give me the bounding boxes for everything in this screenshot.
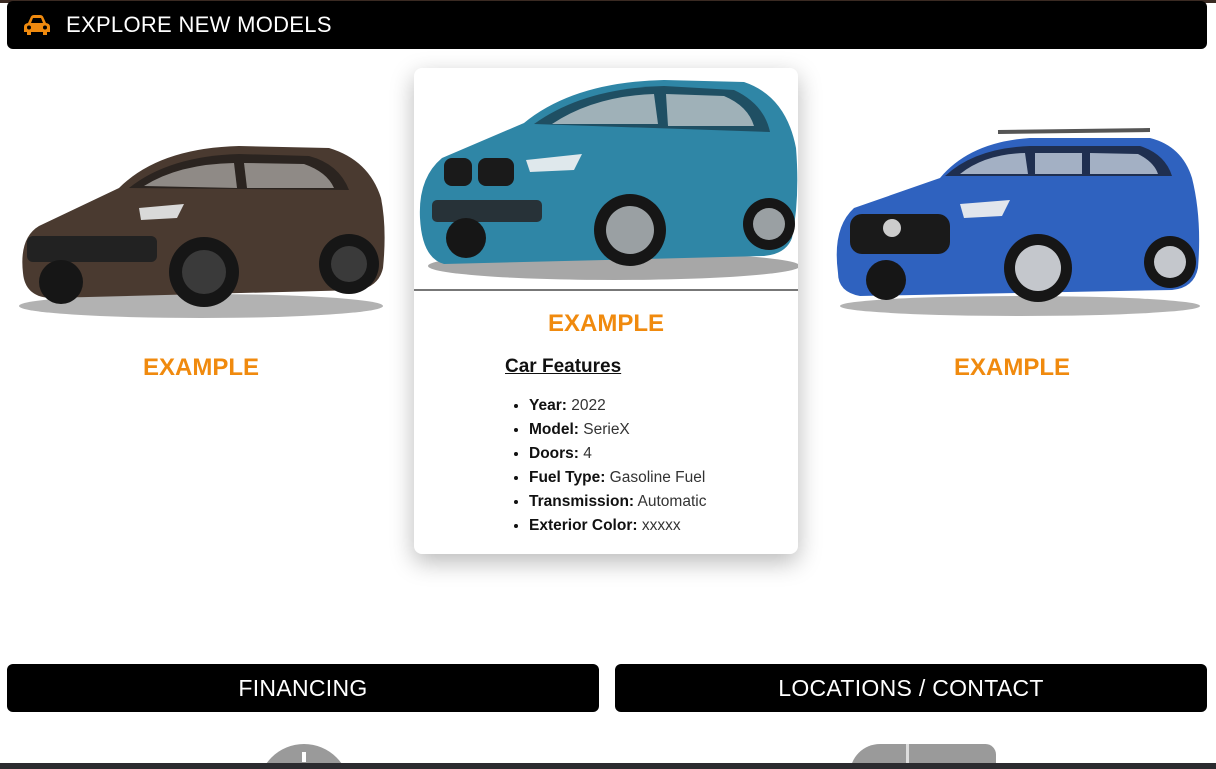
feature-model: Model: SerieX: [529, 420, 706, 444]
model-name: EXAMPLE: [547, 310, 664, 337]
car-icon: [23, 13, 51, 37]
page-title: EXPLORE NEW MODELS: [66, 12, 332, 37]
model-card-left[interactable]: EXAMPLE: [9, 68, 393, 388]
feature-year: Year: 2022: [529, 396, 706, 420]
car-image: [414, 68, 798, 289]
feature-exterior-color: Exterior Color: xxxxx: [529, 516, 706, 540]
features-list: Year: 2022 Model: SerieX Doors: 4 Fuel T…: [529, 396, 706, 540]
card-divider: [414, 289, 798, 291]
car-image: [9, 68, 393, 320]
feature-transmission: Transmission: Automatic: [529, 492, 706, 516]
feature-doors: Doors: 4: [529, 444, 706, 468]
model-name: EXAMPLE: [142, 354, 259, 381]
bottom-edge-strip: [0, 763, 1216, 769]
model-card-right[interactable]: EXAMPLE: [820, 68, 1204, 388]
features-heading: Car Features: [505, 356, 622, 377]
financing-button[interactable]: FINANCING: [7, 664, 599, 712]
model-name: EXAMPLE: [953, 354, 1070, 381]
model-card-featured[interactable]: EXAMPLE Car Features Year: 2022 Model: S…: [414, 68, 798, 554]
car-image: [820, 68, 1204, 320]
locations-contact-button[interactable]: LOCATIONS / CONTACT: [615, 664, 1207, 712]
section-header: EXPLORE NEW MODELS: [7, 1, 1207, 49]
feature-fuel-type: Fuel Type: Gasoline Fuel: [529, 468, 706, 492]
